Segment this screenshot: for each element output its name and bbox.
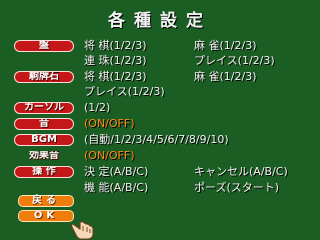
setting-label-bgm: BGM: [14, 133, 74, 146]
pointing-hand-icon: [71, 221, 94, 240]
setting-row-cursor[interactable]: カーソル (1/2): [14, 100, 194, 115]
setting-row-controls[interactable]: 操 作 決 定(A/B/C) キャンセル(A/B/C): [14, 164, 304, 179]
sfx-option[interactable]: (ON/OFF): [84, 149, 194, 162]
sound-option[interactable]: (ON/OFF): [84, 117, 194, 130]
board-place-option[interactable]: プレイス(1/2/3): [194, 54, 304, 67]
setting-label-cursor: カーソル: [14, 101, 74, 114]
board-shogi-option[interactable]: 将 棋(1/2/3): [84, 39, 194, 52]
setting-label-sfx: 効果音: [29, 149, 59, 161]
controls-cancel-option[interactable]: キャンセル(A/B/C): [194, 165, 304, 178]
setting-label-sound: 音: [14, 117, 74, 130]
bgm-option[interactable]: (自動/1/2/3/4/5/6/7/8/9/10): [84, 133, 314, 146]
setting-row-pieces-2[interactable]: プレイス(1/2/3): [14, 84, 194, 99]
settings-screen: 各種設定 盤 将 棋(1/2/3) 麻 雀(1/2/3) 連 珠(1/2/3) …: [0, 0, 320, 240]
setting-row-sound[interactable]: 音 (ON/OFF): [14, 116, 194, 131]
pieces-shogi-option[interactable]: 将 棋(1/2/3): [84, 70, 194, 83]
setting-label-board: 盤: [14, 39, 74, 52]
board-mahjong-option[interactable]: 麻 雀(1/2/3): [194, 39, 304, 52]
back-button[interactable]: 戻る: [18, 195, 74, 207]
board-renju-option[interactable]: 連 珠(1/2/3): [84, 54, 194, 67]
pieces-place-option[interactable]: プレイス(1/2/3): [84, 85, 194, 98]
setting-label-empty: [14, 86, 74, 98]
setting-label-controls: 操 作: [14, 165, 74, 178]
setting-label-pieces: 駒牌石: [14, 70, 74, 83]
pieces-mahjong-option[interactable]: 麻 雀(1/2/3): [194, 70, 304, 83]
ok-button[interactable]: OK: [18, 210, 74, 222]
setting-row-pieces[interactable]: 駒牌石 将 棋(1/2/3) 麻 雀(1/2/3): [14, 69, 304, 84]
setting-row-bgm[interactable]: BGM (自動/1/2/3/4/5/6/7/8/9/10): [14, 132, 314, 147]
cursor-option[interactable]: (1/2): [84, 101, 194, 114]
setting-row-board-2[interactable]: 連 珠(1/2/3) プレイス(1/2/3): [14, 53, 304, 68]
setting-label-empty: [14, 55, 74, 67]
controls-function-option[interactable]: 機 能(A/B/C): [84, 181, 194, 194]
controls-confirm-option[interactable]: 決 定(A/B/C): [84, 165, 194, 178]
setting-label-empty: [14, 182, 74, 194]
setting-row-controls-2[interactable]: 機 能(A/B/C) ポーズ(スタート): [14, 180, 304, 195]
page-title: 各種設定: [108, 11, 212, 31]
setting-row-board[interactable]: 盤 将 棋(1/2/3) 麻 雀(1/2/3): [14, 38, 304, 53]
controls-pause-option[interactable]: ポーズ(スタート): [194, 181, 304, 194]
setting-row-sfx[interactable]: 効果音 (ON/OFF): [14, 148, 194, 163]
